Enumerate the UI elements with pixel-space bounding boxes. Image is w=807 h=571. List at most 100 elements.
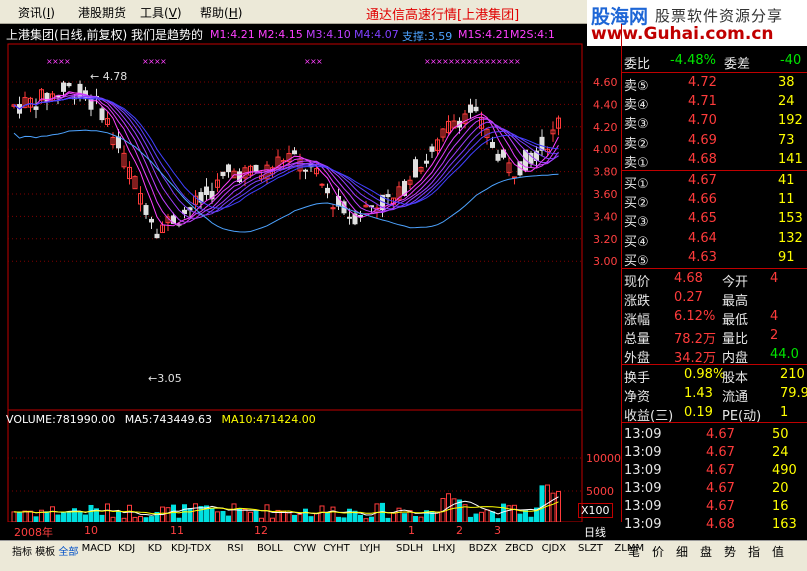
ma-ribbon-line — [13, 95, 559, 216]
volume-bar — [22, 510, 28, 523]
brand-slogan: 股票软件资源分享 — [655, 7, 784, 25]
price-tick-label: 4.00 — [593, 143, 618, 156]
stat-value: 1.43 — [684, 386, 713, 401]
indicator-tab[interactable]: ZBCD — [505, 543, 533, 554]
order-volume: 153 — [778, 211, 803, 227]
tick-row: 13:09 4.67 50 — [622, 426, 807, 445]
price-tick-label: 3.00 — [593, 255, 618, 268]
candle-body — [99, 108, 105, 121]
candle-body — [226, 164, 231, 173]
indicator-tab[interactable]: BDZX — [469, 543, 497, 554]
stat-label: 今开 — [722, 275, 749, 290]
volume-bar — [479, 511, 484, 523]
order-label: 买② — [624, 196, 649, 212]
weibi-row: 委比 -4.48% 委差 -40 — [624, 53, 802, 72]
stat-label: 现价 — [624, 275, 651, 290]
volume-bar — [264, 504, 270, 523]
indicator-tab[interactable]: CJDX — [542, 543, 566, 554]
high-annotation: ← 4.78 — [90, 70, 127, 83]
volume-bar — [99, 514, 105, 523]
stat-value: 0.19 — [684, 405, 713, 420]
volume-bar — [523, 509, 528, 523]
candle-body — [61, 82, 66, 92]
volume-bar — [242, 508, 248, 523]
order-volume: 11 — [778, 192, 795, 208]
stat-label: 总量 — [624, 332, 651, 347]
extra-row: 收益(三) 0.19 PE(动) 1 — [622, 404, 807, 424]
ma-ribbon-line — [13, 91, 559, 227]
volume-bar — [61, 512, 66, 523]
tick-volume: 163 — [772, 517, 797, 532]
chart-canvas: 4.60 4.40 4.20 4.00 3.80 3.60 3.40 3.20 3.00 1000… — [7, 43, 621, 523]
indicator-tab[interactable]: KDJ-TDX — [171, 543, 211, 554]
candle-body — [149, 218, 154, 223]
signal-marker: × — [316, 57, 323, 66]
date-label: 1 — [408, 524, 415, 537]
price-tick-label: 3.20 — [593, 233, 618, 246]
volume-bar — [66, 511, 72, 523]
stat-label: 最高 — [722, 294, 749, 309]
volume-tick-label: 5000 — [586, 485, 614, 498]
candle-body — [143, 205, 149, 215]
volume-bar — [451, 498, 457, 523]
menu-info[interactable]: 资讯(I) — [18, 4, 55, 21]
kline-chart[interactable]: 4.60 4.40 4.20 4.00 3.80 3.60 3.40 3.20 3.00 1000… — [0, 24, 622, 540]
signal-marker: × — [514, 57, 521, 66]
volume-bar — [165, 507, 171, 523]
indicator-tab[interactable]: KD — [148, 543, 162, 554]
volume-bar — [231, 503, 237, 523]
stat-value: 0.27 — [674, 290, 703, 305]
menu-hk-futures[interactable]: 港股期货 — [78, 4, 126, 21]
indicator-tab[interactable]: SLZT — [578, 543, 603, 554]
indicator-tab[interactable]: BOLL — [257, 543, 283, 554]
order-label: 卖① — [624, 155, 649, 171]
order-price: 4.66 — [688, 192, 717, 208]
indicator-tab[interactable]: SDLH — [396, 543, 423, 554]
menu-tools[interactable]: 工具(V) — [140, 4, 182, 21]
volume-tick-label: 10000 — [586, 452, 621, 465]
order-volume: 192 — [778, 113, 803, 129]
indicator-tab[interactable]: CYHT — [323, 543, 350, 554]
indicator-tab[interactable]: LHXJ — [432, 543, 455, 554]
order-label: 卖⑤ — [624, 79, 649, 94]
sell-row: 卖① 4.68 141 — [622, 151, 807, 171]
order-volume: 141 — [778, 151, 803, 167]
stat-label: 净资 — [624, 390, 651, 405]
tick-price: 4.67 — [706, 445, 735, 460]
volume-bar — [358, 514, 363, 523]
ma-ribbon-line — [13, 97, 559, 209]
volume-scale: X100 — [578, 503, 613, 518]
buy-row: 买④ 4.64 132 — [622, 230, 807, 250]
candle-body — [473, 106, 479, 112]
candle-body — [303, 169, 308, 172]
volume-bar — [83, 514, 88, 523]
volume-bar — [330, 506, 336, 523]
stat-value: 78.2万 — [674, 332, 716, 347]
price-tick-label: 3.60 — [593, 188, 618, 201]
extra-row: 换手 0.98% 股本 210 — [622, 366, 807, 386]
ma-label-support: 支撑:3.59 — [402, 30, 453, 43]
period-label[interactable]: 日线 — [584, 524, 606, 540]
order-label: 卖② — [624, 136, 649, 152]
price-tick-label: 4.20 — [593, 121, 618, 134]
indicator-tab[interactable]: 模板 — [35, 543, 55, 558]
volume-bar — [319, 505, 325, 523]
menu-help[interactable]: 帮助(H) — [200, 4, 242, 21]
volume-bar — [303, 508, 308, 523]
indicator-tab[interactable]: 全部 — [58, 543, 78, 558]
order-price: 4.69 — [688, 132, 717, 148]
indicator-tab[interactable]: LYJH — [360, 543, 381, 554]
signal-marker: × — [160, 57, 167, 66]
indicator-tab[interactable]: MACD — [82, 543, 112, 554]
sell-row: 卖④ 4.71 24 — [622, 93, 807, 113]
indicator-tab[interactable]: RSI — [227, 543, 243, 554]
stat-value: 6.12% — [674, 309, 716, 324]
volume-bar — [182, 504, 187, 523]
order-label: 买④ — [624, 234, 649, 250]
stat-label: 股本 — [722, 371, 749, 386]
indicator-tab[interactable]: KDJ — [118, 543, 135, 554]
indicator-tab[interactable]: CYW — [293, 543, 316, 554]
tick-time: 13:09 — [624, 427, 662, 442]
indicator-tab[interactable]: 指标 — [12, 543, 32, 558]
volume-bar — [391, 512, 396, 523]
